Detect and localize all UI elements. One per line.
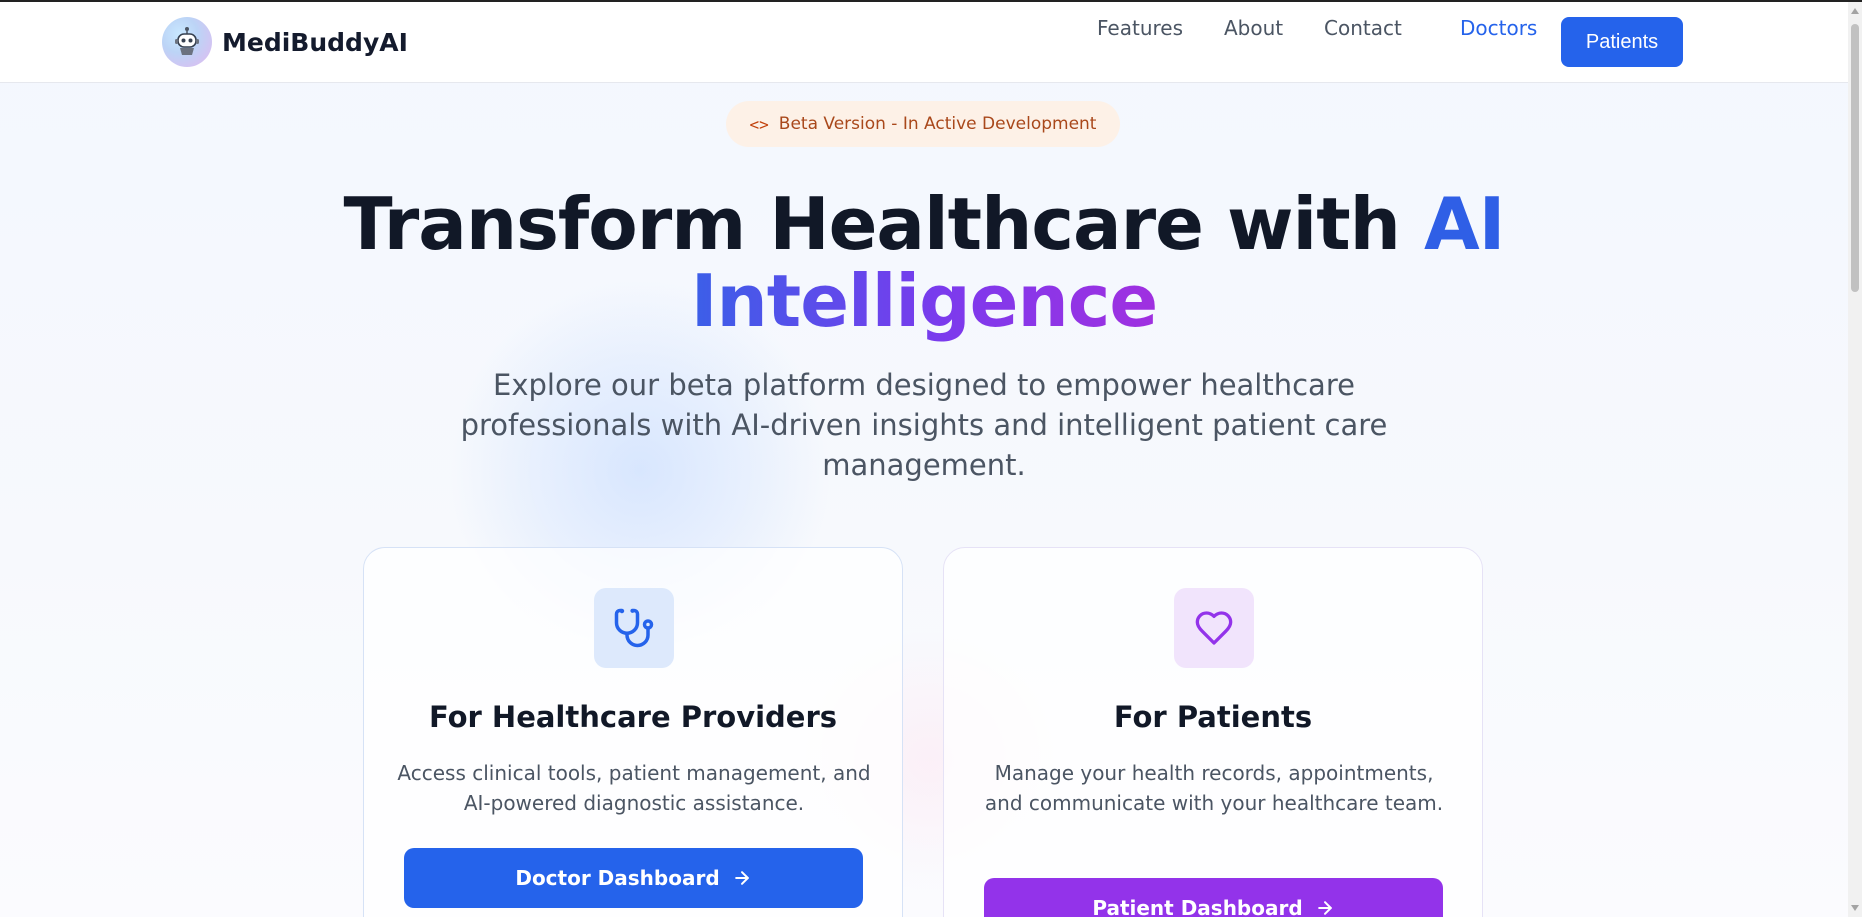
scroll-down-arrow-icon[interactable] bbox=[1851, 905, 1859, 911]
window-top-border bbox=[0, 0, 1862, 2]
hero-title-line2: Intelligence bbox=[0, 262, 1848, 340]
brand-name: MediBuddyAI bbox=[222, 27, 408, 57]
hero-title-text: Transform Healthcare with bbox=[343, 182, 1424, 266]
patients-card-title: For Patients bbox=[1113, 700, 1313, 734]
page-background: MediBuddyAI Features About Contact Docto… bbox=[0, 0, 1848, 917]
doctor-dashboard-button[interactable]: Doctor Dashboard bbox=[404, 848, 863, 908]
scroll-up-arrow-icon[interactable] bbox=[1851, 8, 1859, 14]
providers-card-title: For Healthcare Providers bbox=[428, 700, 838, 734]
heart-icon bbox=[1174, 588, 1254, 668]
patient-dashboard-button[interactable]: Patient Dashboard bbox=[984, 878, 1443, 917]
robot-logo-icon bbox=[162, 17, 212, 67]
brand-logo[interactable]: MediBuddyAI bbox=[162, 17, 408, 67]
patients-card: For Patients Manage your health records,… bbox=[943, 547, 1483, 917]
doctor-dashboard-label: Doctor Dashboard bbox=[515, 866, 720, 890]
nav-link-about[interactable]: About bbox=[1224, 16, 1283, 40]
scrollbar-thumb[interactable] bbox=[1851, 24, 1859, 292]
patient-dashboard-label: Patient Dashboard bbox=[1092, 896, 1303, 917]
arrow-right-icon bbox=[1317, 901, 1332, 915]
hero-title-line1: Transform Healthcare with AI bbox=[0, 185, 1848, 263]
stethoscope-icon bbox=[594, 588, 674, 668]
arrow-right-icon bbox=[734, 871, 749, 885]
beta-badge-label: Beta Version - In Active Development bbox=[778, 114, 1097, 134]
code-icon: <> bbox=[749, 114, 769, 134]
hero-title-ai: AI bbox=[1423, 182, 1506, 266]
nav-patients-button[interactable]: Patients bbox=[1561, 17, 1683, 67]
vertical-scrollbar[interactable] bbox=[1848, 2, 1862, 917]
hero-subtitle: Explore our beta platform designed to em… bbox=[460, 368, 1388, 482]
beta-status-badge: <> Beta Version - In Active Development bbox=[726, 101, 1120, 147]
providers-card-description: Access clinical tools, patient managemen… bbox=[397, 761, 871, 815]
providers-card: For Healthcare Providers Access clinical… bbox=[363, 547, 903, 917]
nav-link-contact[interactable]: Contact bbox=[1324, 16, 1402, 40]
top-navbar: MediBuddyAI Features About Contact Docto… bbox=[0, 2, 1848, 83]
patients-card-description: Manage your health records, appointments… bbox=[984, 761, 1444, 815]
nav-doctors-link[interactable]: Doctors bbox=[1460, 16, 1537, 40]
hero-title-intelligence: Intelligence bbox=[690, 259, 1158, 343]
nav-link-features[interactable]: Features bbox=[1097, 16, 1183, 40]
